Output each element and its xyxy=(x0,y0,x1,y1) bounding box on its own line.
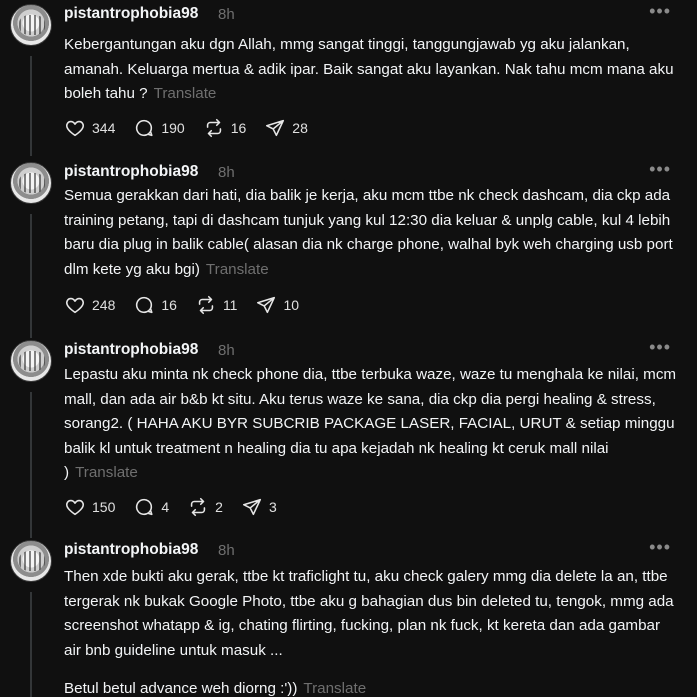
username[interactable]: pistantrophobia98 xyxy=(64,541,198,559)
thread-line xyxy=(30,56,32,156)
reply-count: 4 xyxy=(161,499,170,515)
action-bar: 150 4 2 3 xyxy=(64,496,295,518)
post-text-content: Then xde bukti aku gerak, ttbe kt trafic… xyxy=(64,568,674,659)
share-button[interactable]: 28 xyxy=(264,117,308,139)
avatar[interactable] xyxy=(10,340,52,382)
more-icon[interactable]: ••• xyxy=(649,338,671,356)
more-icon[interactable]: ••• xyxy=(649,538,671,556)
thread-line xyxy=(30,214,32,338)
timestamp: 8h xyxy=(218,164,235,181)
comment-icon xyxy=(136,119,153,137)
repost-icon xyxy=(190,497,206,517)
heart-icon xyxy=(66,297,84,314)
like-count: 150 xyxy=(92,499,116,515)
reply-button[interactable]: 16 xyxy=(133,294,177,316)
thread-post-3: pistantrophobia98 8h ••• Lepastu aku min… xyxy=(0,336,697,538)
share-count: 28 xyxy=(292,120,308,136)
thread-post-2: pistantrophobia98 8h ••• Semua gerakkan … xyxy=(0,158,697,338)
repost-count: 16 xyxy=(230,120,247,136)
share-count: 3 xyxy=(268,499,277,515)
translate-link[interactable]: Translate xyxy=(303,680,366,697)
comment-icon xyxy=(136,498,153,516)
avatar[interactable] xyxy=(10,540,52,582)
thread-post-4: pistantrophobia98 8h ••• Then xde bukti … xyxy=(0,536,697,697)
username[interactable]: pistantrophobia98 xyxy=(64,163,198,181)
comment-icon xyxy=(136,296,153,314)
post-text-content: Semua gerakkan dari hati, dia balik je k… xyxy=(64,187,673,278)
post-text: Semua gerakkan dari hati, dia balik je k… xyxy=(64,184,679,282)
avatar[interactable] xyxy=(10,162,52,204)
share-count: 10 xyxy=(283,297,300,313)
more-icon[interactable]: ••• xyxy=(649,160,671,178)
post-text-content: Lepastu aku minta nk check phone dia, tt… xyxy=(64,366,677,481)
repost-icon xyxy=(198,295,214,315)
like-button[interactable]: 344 xyxy=(64,117,115,139)
share-button[interactable]: 10 xyxy=(255,294,299,316)
more-icon[interactable]: ••• xyxy=(649,2,671,20)
translate-link[interactable]: Translate xyxy=(206,261,269,278)
username[interactable]: pistantrophobia98 xyxy=(64,5,198,23)
repost-icon xyxy=(206,118,221,138)
send-icon xyxy=(242,498,261,516)
repost-button[interactable]: 11 xyxy=(195,294,238,316)
like-count: 248 xyxy=(92,297,116,313)
thread-post-1: pistantrophobia98 8h ••• Kebergantungan … xyxy=(0,0,697,156)
reply-button[interactable]: 190 xyxy=(133,117,185,139)
reply-count: 16 xyxy=(161,297,177,313)
post-text: Kebergantungan aku dgn Allah, mmg sangat… xyxy=(64,33,679,107)
translate-link[interactable]: Translate xyxy=(75,464,138,481)
thread-line xyxy=(30,592,32,697)
post-text: Lepastu aku minta nk check phone dia, tt… xyxy=(64,363,679,486)
send-icon xyxy=(257,296,276,314)
timestamp: 8h xyxy=(218,6,235,23)
post-text: Then xde bukti aku gerak, ttbe kt trafic… xyxy=(64,565,679,697)
timestamp: 8h xyxy=(218,542,235,559)
send-icon xyxy=(266,119,285,137)
like-button[interactable]: 150 xyxy=(64,496,115,518)
repost-count: 2 xyxy=(215,499,223,515)
repost-button[interactable]: 16 xyxy=(203,117,247,139)
reply-count: 190 xyxy=(161,120,185,136)
repost-count: 11 xyxy=(222,297,238,313)
avatar[interactable] xyxy=(10,4,52,46)
action-bar: 344 190 16 28 xyxy=(64,117,326,139)
heart-icon xyxy=(66,120,84,137)
post-text-content-2: Betul betul advance weh diorng :')) xyxy=(64,680,298,697)
action-bar: 248 16 11 10 xyxy=(64,294,317,316)
like-button[interactable]: 248 xyxy=(64,294,115,316)
reply-button[interactable]: 4 xyxy=(133,496,169,518)
post-text-paragraph-2: Betul betul advance weh diorng :')) Trans… xyxy=(64,677,679,697)
heart-icon xyxy=(66,499,84,516)
repost-button[interactable]: 2 xyxy=(187,496,223,518)
thread-line xyxy=(30,392,32,538)
username[interactable]: pistantrophobia98 xyxy=(64,341,198,359)
share-button[interactable]: 3 xyxy=(241,496,277,518)
translate-link[interactable]: Translate xyxy=(154,85,217,102)
timestamp: 8h xyxy=(218,342,235,359)
like-count: 344 xyxy=(92,120,116,136)
